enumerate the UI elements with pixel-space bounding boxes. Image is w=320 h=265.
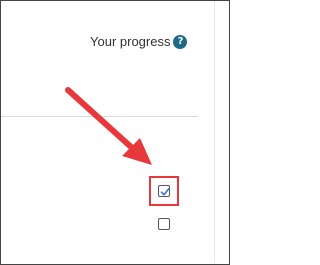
section-divider [1, 116, 198, 117]
panel-edge [214, 1, 215, 263]
completion-checkbox-checked[interactable] [158, 185, 170, 197]
completion-checkbox-unchecked[interactable] [158, 218, 170, 230]
checkmark-icon [160, 187, 170, 196]
progress-label: Your progress [90, 34, 171, 49]
progress-header: Your progress ? [90, 34, 188, 49]
help-icon[interactable]: ? [173, 34, 188, 49]
